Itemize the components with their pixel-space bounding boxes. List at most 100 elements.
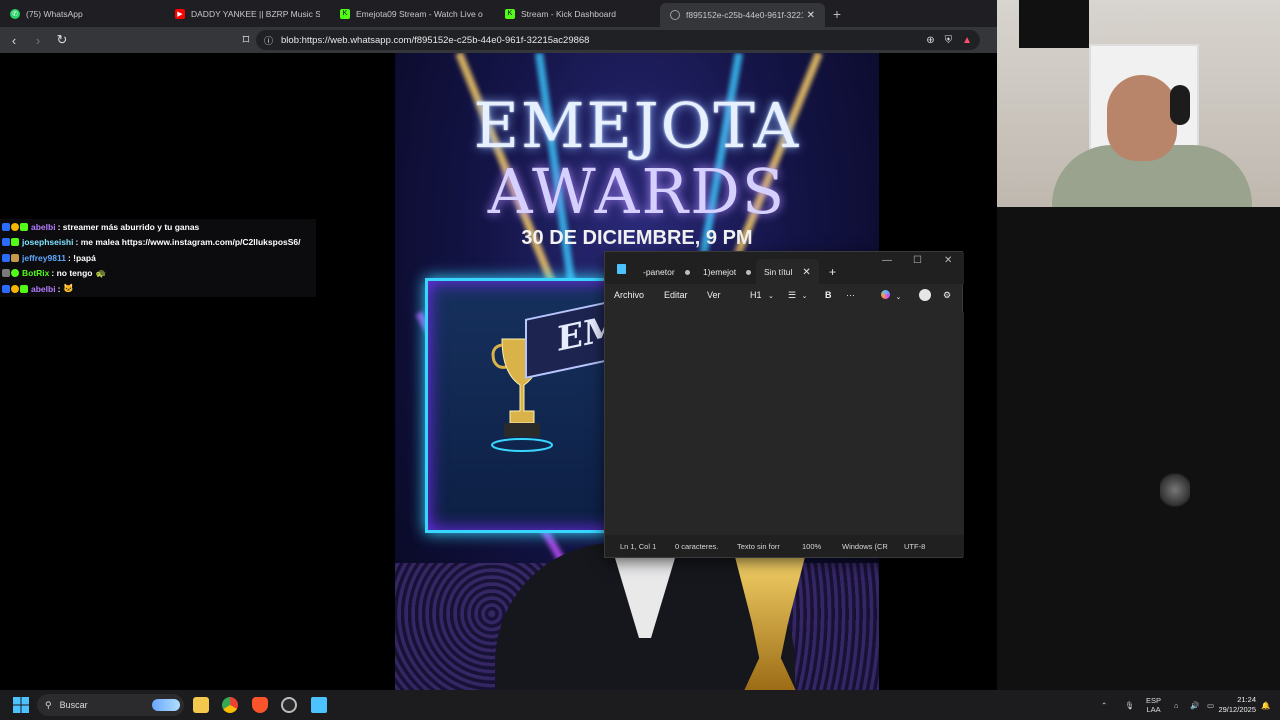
chat-message: abelbi : 🐱 [0, 281, 316, 297]
menu-archivo[interactable]: Archivo [614, 290, 644, 300]
windows-start-icon[interactable] [13, 697, 29, 713]
clock-time: 21:24 [1237, 695, 1256, 704]
notepad-tab[interactable]: -panetor [643, 259, 690, 285]
chevron-down-icon: ⌄ [801, 293, 808, 300]
bookmark-icon[interactable]: ⌑ [236, 30, 256, 50]
chrome-icon[interactable] [222, 697, 238, 713]
notification-bell-icon[interactable]: 🔔 [1261, 690, 1270, 720]
back-icon[interactable]: ‹ [4, 30, 24, 50]
brave-rewards-icon[interactable]: ▲ [962, 35, 972, 46]
wall-tv [1019, 0, 1089, 48]
new-notepad-tab-icon[interactable]: + [829, 259, 836, 285]
menu-ver[interactable]: Ver [707, 290, 721, 300]
chat-text: : me malea https://www.instagram.com/p/C… [75, 237, 301, 248]
forward-icon[interactable]: › [28, 30, 48, 50]
notepad-tab-active[interactable]: Sin títul ✕ [756, 259, 819, 285]
keyboard-layout: LAA [1146, 705, 1161, 714]
whatsapp-icon: ✆ [10, 8, 20, 19]
zoom-icon[interactable]: ⊕ [926, 35, 934, 46]
tab-label: DADDY YANKEE || BZRP Music Se [191, 8, 320, 19]
close-tab-icon[interactable]: ✕ [803, 10, 815, 21]
tab-whatsapp[interactable]: ✆ (75) WhatsApp [0, 0, 165, 27]
chat-message: abelbi : streamer más aburrido y tu gana… [0, 219, 316, 235]
chat-message: BotRix : no tengo 🐢 [0, 266, 316, 282]
taskbar-search-box[interactable]: ⚲ Buscar [37, 694, 184, 716]
new-tab-button[interactable]: + [825, 0, 849, 27]
heading-label: H1 [750, 290, 762, 300]
tab-blob-image[interactable]: f895152e-c25b-44e0-961f-3221 ✕ [660, 3, 825, 27]
notepad-taskbar-icon[interactable] [311, 697, 327, 713]
menu-editar[interactable]: Editar [664, 290, 688, 300]
tab-youtube[interactable]: ▶ DADDY YANKEE || BZRP Music Se [165, 0, 330, 27]
brave-icon[interactable] [252, 697, 268, 713]
badge-icon [11, 284, 19, 293]
battery-icon[interactable]: ▭ [1207, 690, 1214, 720]
close-tab-icon[interactable]: ✕ [802, 267, 810, 278]
tab-label: Stream - Kick Dashboard [521, 8, 616, 19]
tab-kick-dashboard[interactable]: K Stream - Kick Dashboard [495, 0, 660, 27]
status-position: Ln 1, Col 1 [620, 542, 657, 551]
badge-icon [2, 222, 10, 231]
headphones [1170, 85, 1190, 125]
youtube-icon: ▶ [175, 8, 185, 19]
notepad-menu-bar: Archivo Editar Ver H1 ⌄ ☰ ⌄ B ··· ⌄ ⚙ [605, 284, 964, 312]
windows-taskbar: ⚲ Buscar ⌃ 🎙 ESP LAA ⌂ 🔊 ▭ 21:24 29/12/2… [0, 690, 1280, 720]
tab-label: Emejota09 Stream - Watch Live o [356, 8, 483, 19]
network-icon[interactable]: ⌂ [1174, 690, 1179, 720]
status-encoding: UTF-8 [904, 542, 926, 551]
badge-icon [2, 253, 10, 262]
obs-icon[interactable] [281, 697, 297, 713]
search-icon: ⚲ [45, 699, 52, 710]
tab-kick-stream[interactable]: K Emejota09 Stream - Watch Live o [330, 0, 495, 27]
taskbar-clock[interactable]: 21:24 29/12/2025 [1218, 695, 1256, 715]
notepad-app-icon [617, 264, 626, 274]
search-highlight-icon [152, 699, 180, 711]
list-icon: ☰ [788, 290, 797, 300]
site-info-icon[interactable]: ⓘ [264, 34, 273, 47]
microphone-icon[interactable]: 🎙 [1125, 690, 1135, 720]
notepad-tab-label: -panetor [643, 267, 675, 277]
show-hidden-icons-icon[interactable]: ⌃ [1101, 690, 1107, 720]
copilot-dropdown[interactable]: ⌄ [881, 290, 901, 301]
chat-text: : streamer más aburrido y tu ganas [57, 221, 200, 232]
notepad-status-bar: Ln 1, Col 1 0 caracteres. Texto sin forr… [605, 535, 964, 557]
globe-icon [670, 10, 680, 20]
notepad-text-area[interactable] [605, 312, 964, 537]
bold-button[interactable]: B [825, 290, 832, 300]
address-bar[interactable]: ⓘ blob:https://web.whatsapp.com/f895152e… [256, 30, 980, 50]
chat-text: : no tengo [51, 268, 93, 279]
account-icon[interactable] [919, 289, 931, 303]
emote-icon: 🐱 [63, 283, 74, 294]
brave-shield-icon[interactable]: ⛨ [945, 35, 953, 46]
settings-gear-icon[interactable]: ⚙ [943, 290, 951, 301]
badge-icon [11, 238, 19, 247]
unsaved-dot-icon [684, 269, 690, 275]
close-window-icon[interactable]: ✕ [944, 255, 952, 266]
streamer [1052, 65, 1252, 207]
chevron-down-icon: ⌄ [895, 294, 902, 301]
badge-icon [2, 238, 10, 247]
chat-text: : [57, 283, 61, 294]
emote-icon: 🐢 [95, 267, 107, 278]
mouse-cursor-icon [1160, 470, 1190, 510]
maximize-icon[interactable]: ☐ [913, 255, 922, 266]
chat-username: josephseishi [22, 237, 74, 248]
browser-toolbar: ‹ › ↻ ⌑ ⓘ blob:https://web.whatsapp.com/… [0, 27, 997, 53]
browser-tab-bar: ✆ (75) WhatsApp ▶ DADDY YANKEE || BZRP M… [0, 0, 997, 27]
status-zoom[interactable]: 100% [802, 542, 821, 551]
list-dropdown[interactable]: ☰ ⌄ [788, 290, 807, 301]
volume-icon[interactable]: 🔊 [1190, 690, 1199, 720]
clock-date: 29/12/2025 [1218, 705, 1256, 714]
file-explorer-icon[interactable] [193, 697, 209, 713]
language-indicator[interactable]: ESP LAA [1146, 690, 1161, 720]
chat-username: abelbi [31, 221, 56, 232]
address-url: blob:https://web.whatsapp.com/f895152e-c… [281, 34, 590, 46]
minimize-icon[interactable]: — [882, 255, 892, 266]
badge-icon [11, 269, 19, 278]
reload-icon[interactable]: ↻ [52, 30, 72, 50]
notepad-window[interactable]: -panetor 1)emejot Sin títul ✕ + — ☐ ✕ Ar… [604, 251, 964, 558]
heading-dropdown[interactable]: H1 ⌄ [750, 290, 774, 300]
copilot-icon [881, 290, 890, 299]
more-options-button[interactable]: ··· [846, 290, 855, 300]
notepad-tab[interactable]: 1)emejot [703, 259, 752, 285]
